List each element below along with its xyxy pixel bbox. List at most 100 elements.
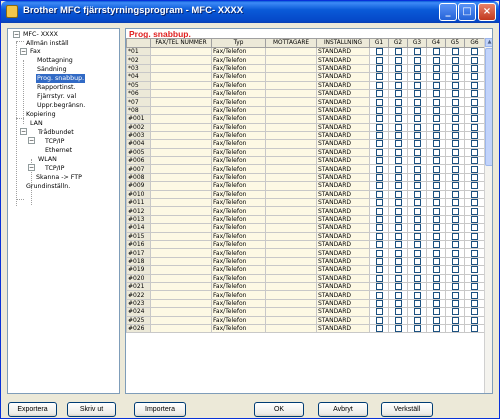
table-row[interactable]: *07 Fax/Telefon STANDARD [126, 97, 485, 107]
cell-number[interactable] [150, 198, 212, 208]
table-row[interactable]: #010 Fax/Telefon STANDARD [126, 189, 485, 200]
group-checkbox-g5[interactable] [451, 266, 459, 273]
table-row[interactable]: #008 Fax/Telefon STANDARD [126, 172, 485, 183]
group-checkbox-g2[interactable] [394, 82, 402, 89]
group-checkbox-g2[interactable] [394, 308, 402, 315]
cell-setting[interactable]: STANDARD [316, 265, 370, 275]
print-button[interactable]: Skriv ut [67, 402, 116, 417]
cell-type[interactable]: Fax/Telefon [211, 256, 266, 267]
cell-recipient[interactable] [265, 55, 317, 65]
cell-recipient[interactable] [265, 147, 317, 158]
table-row[interactable]: #025 Fax/Telefon STANDARD [126, 315, 485, 325]
cell-setting[interactable]: STANDARD [316, 307, 370, 317]
group-checkbox-g6[interactable] [471, 325, 478, 332]
group-checkbox-g6[interactable] [471, 48, 478, 55]
group-checkbox-g4[interactable] [432, 308, 440, 315]
group-checkbox-g2[interactable] [394, 224, 402, 232]
table-row[interactable]: *05 Fax/Telefon STANDARD [126, 80, 485, 90]
cell-type[interactable]: Fax/Telefon [211, 130, 266, 141]
group-checkbox-g3[interactable] [413, 82, 421, 89]
cell-number[interactable] [150, 290, 212, 300]
cell-number[interactable] [150, 189, 212, 200]
group-checkbox-g5[interactable] [451, 300, 459, 307]
group-checkbox-g1[interactable] [375, 157, 383, 164]
group-checkbox-g5[interactable] [451, 132, 459, 139]
tree-item-wlan[interactable]: WLAN [37, 155, 58, 164]
cell-recipient[interactable] [265, 72, 317, 82]
group-checkbox-g1[interactable] [375, 216, 383, 223]
group-checkbox-g4[interactable] [432, 275, 440, 282]
table-row[interactable]: *03 Fax/Telefon STANDARD [126, 63, 485, 74]
cell-number[interactable] [150, 256, 212, 267]
group-checkbox-g5[interactable] [451, 291, 459, 299]
cell-type[interactable]: Fax/Telefon [211, 273, 266, 283]
cell-type[interactable]: Fax/Telefon [211, 122, 266, 132]
group-checkbox-g6[interactable] [471, 241, 478, 248]
group-checkbox-g1[interactable] [375, 166, 383, 173]
cell-type[interactable]: Fax/Telefon [211, 97, 266, 107]
cell-setting[interactable]: STANDARD [316, 164, 370, 174]
cell-type[interactable]: Fax/Telefon [211, 323, 266, 334]
group-checkbox-g6[interactable] [471, 82, 478, 89]
group-checkbox-g3[interactable] [413, 258, 421, 265]
group-checkbox-g6[interactable] [471, 233, 478, 240]
cell-recipient[interactable] [265, 164, 317, 174]
group-checkbox-g2[interactable] [394, 124, 402, 131]
table-row[interactable]: #016 Fax/Telefon STANDARD [126, 239, 485, 250]
group-checkbox-g1[interactable] [375, 308, 383, 315]
group-checkbox-g2[interactable] [394, 90, 402, 97]
group-checkbox-g2[interactable] [394, 249, 402, 257]
group-checkbox-g1[interactable] [375, 132, 383, 139]
group-checkbox-g4[interactable] [432, 140, 440, 148]
group-checkbox-g6[interactable] [471, 124, 478, 131]
cell-setting[interactable]: STANDARD [316, 105, 370, 116]
cell-type[interactable]: Fax/Telefon [211, 206, 266, 216]
cell-number[interactable] [150, 114, 212, 124]
group-checkbox-g1[interactable] [375, 73, 383, 81]
group-checkbox-g4[interactable] [432, 291, 440, 299]
cell-recipient[interactable] [265, 281, 317, 292]
table-row[interactable]: #011 Fax/Telefon STANDARD [126, 198, 485, 208]
group-checkbox-g1[interactable] [375, 266, 383, 273]
group-checkbox-g5[interactable] [451, 258, 459, 265]
group-checkbox-g3[interactable] [413, 191, 421, 198]
cell-type[interactable]: Fax/Telefon [211, 214, 266, 225]
collapse-toggle[interactable]: − [20, 128, 27, 135]
group-checkbox-g6[interactable] [471, 98, 478, 106]
group-checkbox-g1[interactable] [375, 182, 383, 190]
group-checkbox-g4[interactable] [432, 199, 440, 206]
cell-type[interactable]: Fax/Telefon [211, 315, 266, 325]
cell-type[interactable]: Fax/Telefon [211, 156, 266, 166]
table-row[interactable]: *08 Fax/Telefon STANDARD [126, 105, 485, 116]
tree-item-speed-dial[interactable]: Prog. snabbup. [36, 74, 86, 83]
group-checkbox-g6[interactable] [471, 258, 478, 265]
group-checkbox-g4[interactable] [432, 132, 440, 139]
group-checkbox-g6[interactable] [471, 283, 478, 290]
group-checkbox-g4[interactable] [432, 149, 440, 156]
group-checkbox-g2[interactable] [394, 140, 402, 148]
group-checkbox-g1[interactable] [375, 275, 383, 282]
group-checkbox-g3[interactable] [413, 241, 421, 248]
group-checkbox-g4[interactable] [432, 166, 440, 173]
cell-recipient[interactable] [265, 265, 317, 275]
table-row[interactable]: #017 Fax/Telefon STANDARD [126, 248, 485, 258]
cell-recipient[interactable] [265, 130, 317, 141]
group-checkbox-g3[interactable] [413, 224, 421, 232]
cell-recipient[interactable] [265, 97, 317, 107]
group-checkbox-g6[interactable] [471, 65, 478, 72]
group-checkbox-g2[interactable] [394, 291, 402, 299]
group-checkbox-g5[interactable] [451, 275, 459, 282]
group-checkbox-g1[interactable] [375, 140, 383, 148]
group-checkbox-g1[interactable] [375, 207, 383, 215]
cell-number[interactable] [150, 239, 212, 250]
group-checkbox-g4[interactable] [432, 157, 440, 164]
cell-type[interactable]: Fax/Telefon [211, 239, 266, 250]
group-checkbox-g1[interactable] [375, 124, 383, 131]
table-row[interactable]: #023 Fax/Telefon STANDARD [126, 298, 485, 309]
group-checkbox-g2[interactable] [394, 191, 402, 198]
group-checkbox-g4[interactable] [432, 266, 440, 273]
group-checkbox-g5[interactable] [451, 48, 459, 55]
group-checkbox-g3[interactable] [413, 325, 421, 332]
cell-type[interactable]: Fax/Telefon [211, 147, 266, 158]
cell-setting[interactable]: STANDARD [316, 315, 370, 325]
